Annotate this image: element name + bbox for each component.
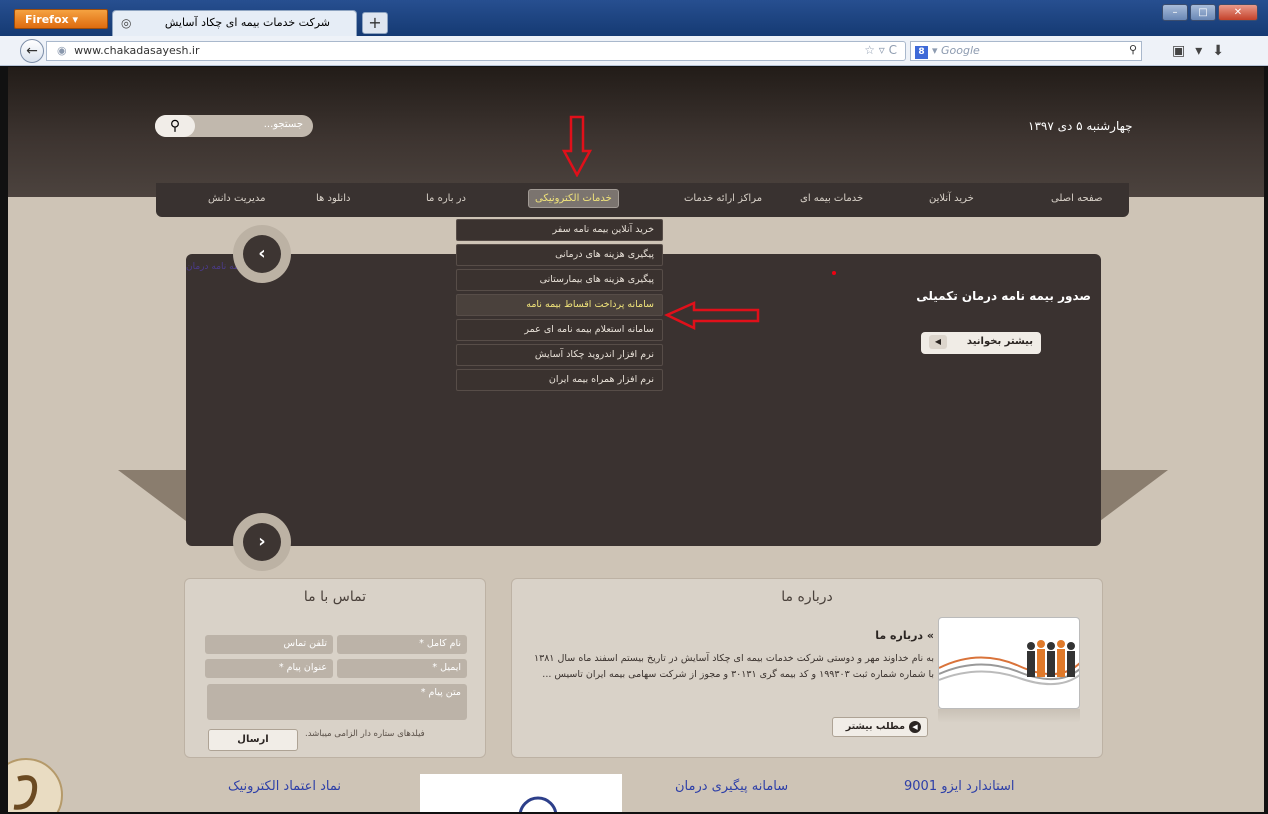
menu-item-service-centers[interactable]: مراکز ارائه خدمات	[684, 193, 762, 204]
about-text: به نام خداوند مهر و دوستی شرکت خدمات بیم…	[534, 653, 934, 680]
search-placeholder: Google	[941, 44, 980, 57]
dropdown-item[interactable]: نرم افزار اندروید چکاد آسایش	[456, 344, 663, 366]
required-note: فیلدهای ستاره دار الزامی میباشد.	[305, 729, 425, 739]
read-more-button[interactable]: بیشتر بخوانید ◀	[921, 332, 1041, 354]
tab-title: شرکت خدمات بیمه ای چکاد آسایش	[164, 16, 330, 29]
contact-title: تماس با ما	[303, 589, 367, 605]
main-menu: صفحه اصلی خرید آنلاین خدمات بیمه ای مراک…	[156, 183, 1129, 217]
footer-badge-box	[420, 774, 622, 812]
url-text: www.chakadasayesh.ir	[74, 44, 200, 57]
menu-item-about[interactable]: در باره ما	[426, 193, 466, 204]
read-more-label: بیشتر بخوانید	[966, 336, 1033, 347]
site-date: چهارشنبه ۵ دی ۱۳۹۷	[1028, 119, 1133, 133]
full-name-field[interactable]: نام کامل *	[337, 635, 467, 654]
email-field[interactable]: ایمیل *	[337, 659, 467, 678]
window-controls: – □ ✕	[1162, 4, 1258, 21]
slider-title: صدور بیمه نامه درمان تکمیلی	[916, 289, 1091, 303]
back-arrow-icon[interactable]: ←	[20, 39, 44, 63]
business-people-illustration	[939, 640, 1079, 686]
about-more-label: مطلب بیشتر	[845, 721, 905, 732]
new-tab-button[interactable]: +	[362, 12, 388, 34]
menu-item-online-purchase[interactable]: خرید آنلاین	[929, 193, 974, 204]
badge-logo-icon	[518, 796, 558, 812]
about-image-reflection	[938, 709, 1080, 723]
dropdown-item[interactable]: پیگیری هزینه های بیمارستانی	[456, 269, 663, 291]
browser-navbar: ← ◉ www.chakadasayesh.ir ☆ ▿ C 8 ▾ Google…	[0, 36, 1268, 66]
menu-item-knowledge[interactable]: مدیریت دانش	[208, 193, 265, 204]
about-more-button[interactable]: ◀ مطلب بیشتر	[832, 717, 928, 737]
chevron-left-icon: ‹	[243, 235, 281, 273]
red-dot	[832, 271, 836, 275]
maximize-icon[interactable]: □	[1190, 4, 1216, 21]
send-button[interactable]: ارسال	[208, 729, 298, 751]
phone-field[interactable]: تلفن تماس	[205, 635, 333, 654]
iso-link[interactable]: استاندارد ایزو 9001	[904, 779, 1015, 794]
treatment-tracking-link[interactable]: سامانه پیگیری درمان	[675, 779, 788, 794]
about-heading[interactable]: » درباره ما	[875, 629, 934, 642]
subject-field[interactable]: عنوان پیام *	[205, 659, 333, 678]
site-search[interactable]: ⚲ جستجو...	[155, 115, 313, 137]
search-icon[interactable]: ⚲	[1129, 43, 1137, 56]
google-engine-icon[interactable]: 8	[915, 46, 928, 59]
menu-item-downloads[interactable]: دانلود ها	[316, 193, 350, 204]
search-icon[interactable]: ⚲	[155, 115, 195, 137]
bookmark-star-icon[interactable]: ☆ ▿ C	[864, 43, 897, 57]
seal-logo-icon	[8, 758, 63, 812]
menu-item-insurance-services[interactable]: خدمات بیمه ای	[800, 193, 863, 204]
browser-tab[interactable]: ◎ شرکت خدمات بیمه ای چکاد آسایش	[112, 10, 357, 36]
message-field[interactable]: متن پیام *	[207, 684, 467, 720]
about-image	[938, 617, 1080, 709]
menu-item-home[interactable]: صفحه اصلی	[1051, 193, 1102, 204]
about-panel: درباره ما » درباره ما به نام خداوند مهر …	[511, 578, 1103, 758]
dropdown-item[interactable]: خرید آنلاین بیمه نامه سفر	[456, 219, 663, 241]
web-page: چهارشنبه ۵ دی ۱۳۹۷ ⚲ جستجو... صفحه اصلی …	[8, 67, 1264, 812]
minimize-icon[interactable]: –	[1162, 4, 1188, 21]
arrow-left-icon: ◀	[909, 721, 921, 733]
arrow-left-icon: ◀	[929, 335, 947, 349]
about-title: درباره ما	[781, 589, 833, 605]
site-search-input[interactable]: جستجو...	[264, 119, 303, 130]
tab-loading-icon: ◎	[121, 16, 132, 30]
enamad-link[interactable]: نماد اعتماد الکترونیک	[228, 779, 341, 794]
slider-next-button[interactable]: ›	[233, 513, 291, 571]
contact-panel: تماس با ما نام کامل * تلفن تماس ایمیل * …	[184, 578, 486, 758]
url-bar[interactable]: ◉ www.chakadasayesh.ir ☆ ▿ C	[46, 41, 906, 61]
firefox-menu-button[interactable]: Firefox ▾	[14, 9, 108, 29]
slider-prev-button[interactable]: ‹	[233, 225, 291, 283]
dropdown-item-installment-payment[interactable]: سامانه پرداخت اقساط بیمه نامه	[456, 294, 663, 316]
menu-item-electronic-services[interactable]: خدمات الکترونیکی	[528, 189, 619, 208]
dropdown-item[interactable]: سامانه استعلام بیمه نامه ای عمر	[456, 319, 663, 341]
browser-titlebar: Firefox ▾ ◎ شرکت خدمات بیمه ای چکاد آسای…	[0, 0, 1268, 36]
globe-icon: ◉	[57, 44, 67, 57]
electronic-services-dropdown: خرید آنلاین بیمه نامه سفر پیگیری هزینه ه…	[456, 219, 663, 394]
close-icon[interactable]: ✕	[1218, 4, 1258, 21]
site-header: چهارشنبه ۵ دی ۱۳۹۷ ⚲ جستجو...	[8, 67, 1264, 197]
toolbar-icons[interactable]: ▣▾⬇	[1172, 43, 1234, 59]
chevron-right-icon: ›	[243, 523, 281, 561]
dropdown-item[interactable]: نرم افزار همراه بیمه ایران	[456, 369, 663, 391]
dropdown-item[interactable]: پیگیری هزینه های درمانی	[456, 244, 663, 266]
browser-search-input[interactable]: 8 ▾ Google ⚲	[910, 41, 1142, 61]
